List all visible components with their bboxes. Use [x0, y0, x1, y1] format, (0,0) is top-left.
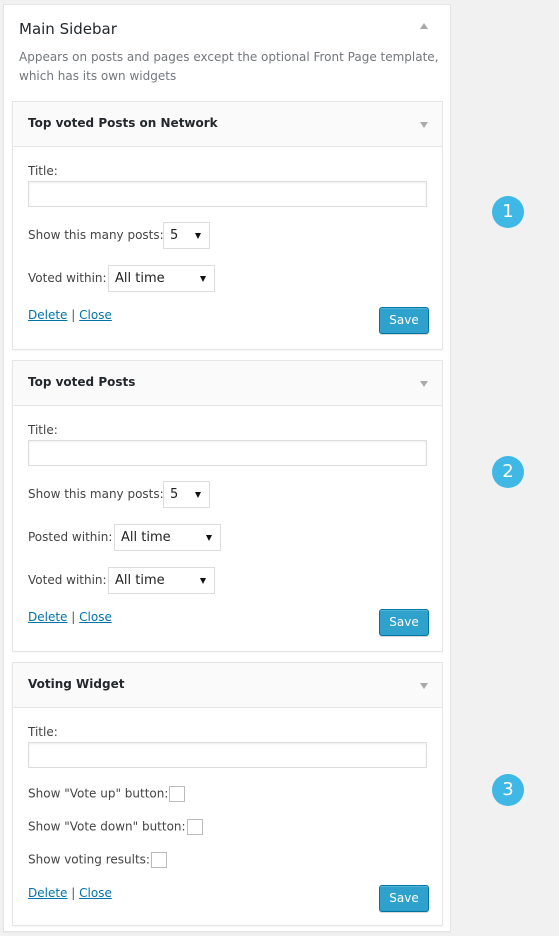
dropdown-caret-icon — [200, 276, 206, 282]
sidebar-title: Main Sidebar — [19, 20, 117, 38]
step-badge-3: 3 — [492, 774, 524, 806]
voted-within-label: Voted within: — [28, 271, 107, 285]
widget-top-voted-network: Top voted Posts on Network Title: Show t… — [12, 101, 443, 350]
dropdown-caret-icon — [206, 535, 212, 541]
save-button[interactable]: Save — [379, 307, 429, 334]
close-link[interactable]: Close — [79, 308, 112, 322]
separator: | — [71, 886, 76, 900]
widget-actions: Delete | Close — [28, 308, 112, 322]
close-link[interactable]: Close — [79, 610, 112, 624]
save-button[interactable]: Save — [379, 885, 429, 912]
title-input[interactable] — [28, 181, 427, 207]
vote-down-row: Show "Vote down" button: — [28, 819, 203, 835]
expand-triangle-down-icon[interactable] — [420, 381, 428, 387]
posts-count-value: 5 — [170, 228, 179, 243]
title-label: Title: — [28, 725, 58, 739]
title-label: Title: — [28, 164, 58, 178]
vote-up-label: Show "Vote up" button: — [28, 786, 169, 801]
voted-within-label: Voted within: — [28, 573, 107, 587]
widget-voting: Voting Widget Title: Show "Vote up" butt… — [12, 662, 443, 926]
posted-within-value: All time — [121, 530, 171, 545]
widget-title: Top voted Posts — [28, 375, 136, 389]
vote-down-label: Show "Vote down" button: — [28, 819, 186, 834]
close-link[interactable]: Close — [79, 886, 112, 900]
voted-within-value: All time — [115, 271, 165, 286]
expand-triangle-down-icon[interactable] — [420, 122, 428, 128]
posted-within-label: Posted within: — [28, 530, 113, 544]
vote-down-checkbox[interactable] — [186, 819, 203, 835]
posts-count-select[interactable]: 5 — [163, 222, 210, 249]
voted-within-select[interactable]: All time — [108, 265, 215, 292]
step-badge-2: 2 — [492, 456, 524, 488]
title-label: Title: — [28, 423, 58, 437]
posted-within-select[interactable]: All time — [114, 524, 221, 551]
widget-title: Top voted Posts on Network — [28, 116, 218, 130]
widget-actions: Delete | Close — [28, 886, 112, 900]
title-input[interactable] — [28, 742, 427, 768]
collapse-triangle-up-icon[interactable] — [420, 23, 428, 29]
widget-header[interactable]: Top voted Posts — [13, 361, 442, 406]
vote-up-checkbox[interactable] — [169, 786, 186, 802]
posts-count-value: 5 — [170, 487, 179, 502]
dropdown-caret-icon — [195, 233, 201, 239]
dropdown-caret-icon — [195, 492, 201, 498]
dropdown-caret-icon — [200, 578, 206, 584]
separator: | — [71, 610, 76, 624]
widget-actions: Delete | Close — [28, 610, 112, 624]
voted-within-value: All time — [115, 573, 165, 588]
posts-count-select[interactable]: 5 — [163, 481, 210, 508]
widget-title: Voting Widget — [28, 677, 125, 691]
step-badge-1: 1 — [492, 196, 524, 228]
separator: | — [71, 308, 76, 322]
posts-count-label: Show this many posts: — [28, 228, 164, 242]
vote-up-row: Show "Vote up" button: — [28, 786, 186, 802]
delete-link[interactable]: Delete — [28, 886, 67, 900]
delete-link[interactable]: Delete — [28, 610, 67, 624]
voted-within-select[interactable]: All time — [108, 567, 215, 594]
results-label: Show voting results: — [28, 852, 150, 867]
sidebar-description: Appears on posts and pages except the op… — [19, 50, 439, 83]
main-sidebar-panel: Main Sidebar Appears on posts and pages … — [3, 4, 451, 932]
widget-top-voted-posts: Top voted Posts Title: Show this many po… — [12, 360, 443, 652]
expand-triangle-down-icon[interactable] — [420, 683, 428, 689]
widget-header[interactable]: Voting Widget — [13, 663, 442, 708]
title-input[interactable] — [28, 440, 427, 466]
save-button[interactable]: Save — [379, 609, 429, 636]
results-checkbox[interactable] — [150, 852, 167, 868]
results-row: Show voting results: — [28, 852, 167, 868]
delete-link[interactable]: Delete — [28, 308, 67, 322]
widget-header[interactable]: Top voted Posts on Network — [13, 102, 442, 147]
posts-count-label: Show this many posts: — [28, 487, 164, 501]
